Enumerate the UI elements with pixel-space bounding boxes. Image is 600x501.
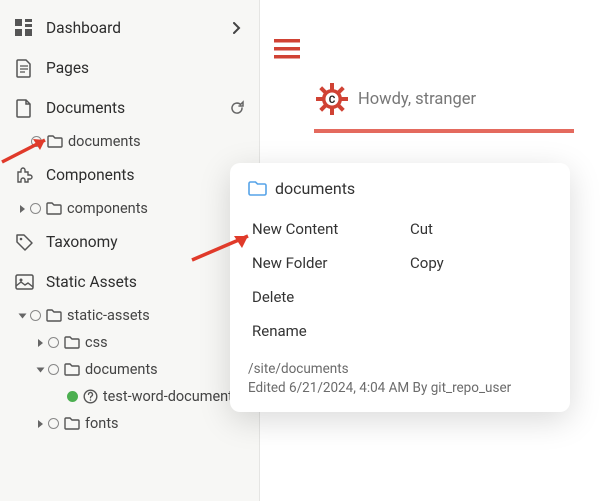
caret-down-icon bbox=[19, 313, 27, 318]
folder-icon bbox=[64, 335, 80, 351]
tree-label: fonts bbox=[85, 415, 119, 432]
tree-item-documents[interactable]: documents bbox=[0, 128, 259, 155]
status-circle-icon bbox=[48, 418, 59, 429]
tree-item-fonts[interactable]: fonts bbox=[0, 410, 259, 437]
status-circle-icon bbox=[48, 337, 59, 348]
tree-label: documents bbox=[85, 361, 158, 378]
status-circle-icon bbox=[48, 364, 59, 375]
svg-text:C: C bbox=[329, 95, 336, 106]
tree-label: css bbox=[85, 334, 108, 351]
tree-item-test-doc[interactable]: test-word-document.d… bbox=[0, 383, 259, 410]
tree-label: static-assets bbox=[67, 307, 150, 324]
caret-right-icon bbox=[38, 339, 43, 347]
accent-underline bbox=[314, 129, 574, 133]
nav-label: Components bbox=[46, 166, 134, 184]
nav-pages[interactable]: Pages bbox=[0, 48, 259, 88]
status-circle-icon bbox=[30, 310, 41, 321]
refresh-icon[interactable] bbox=[229, 100, 245, 116]
tree-item-static-assets[interactable]: static-assets bbox=[0, 302, 259, 329]
caret-right-icon bbox=[38, 420, 43, 428]
folder-icon bbox=[46, 201, 62, 217]
nav-dashboard[interactable]: Dashboard bbox=[0, 8, 259, 48]
context-menu-path: /site/documents bbox=[248, 360, 552, 379]
document-icon bbox=[14, 98, 34, 118]
ctx-new-content[interactable]: New Content bbox=[248, 212, 394, 246]
ctx-rename[interactable]: Rename bbox=[248, 314, 394, 348]
page-icon bbox=[14, 58, 34, 78]
folder-icon bbox=[46, 308, 62, 324]
nav-taxonomy[interactable]: Taxonomy bbox=[0, 222, 259, 262]
context-menu-title: documents bbox=[275, 179, 355, 198]
folder-icon bbox=[248, 181, 267, 196]
tree-item-components[interactable]: components bbox=[0, 195, 259, 222]
nav-components[interactable]: Components bbox=[0, 155, 259, 195]
tree-item-documents-folder[interactable]: documents bbox=[0, 356, 259, 383]
hamburger-icon[interactable] bbox=[274, 39, 600, 59]
status-circle-new-icon bbox=[67, 391, 78, 402]
caret-right-icon bbox=[20, 205, 25, 213]
chevron-right-icon bbox=[229, 20, 245, 36]
gear-logo-icon: C bbox=[316, 83, 348, 115]
tree-label: documents bbox=[68, 133, 141, 150]
ctx-delete[interactable]: Delete bbox=[248, 280, 394, 314]
ctx-cut[interactable]: Cut bbox=[406, 212, 552, 246]
context-menu: documents New Content New Folder Delete … bbox=[230, 163, 570, 412]
dashboard-icon bbox=[14, 18, 34, 38]
nav-static-assets[interactable]: Static Assets bbox=[0, 262, 259, 302]
status-circle-icon bbox=[31, 136, 42, 147]
folder-icon bbox=[47, 134, 63, 150]
nav-label: Pages bbox=[46, 59, 89, 77]
ctx-new-folder[interactable]: New Folder bbox=[248, 246, 394, 280]
caret-down-icon bbox=[37, 367, 45, 372]
greeting-text: Howdy, stranger bbox=[358, 90, 476, 109]
folder-icon bbox=[64, 416, 80, 432]
ctx-copy[interactable]: Copy bbox=[406, 246, 552, 280]
tag-icon bbox=[14, 232, 34, 252]
puzzle-icon bbox=[14, 165, 34, 185]
context-menu-edited: Edited 6/21/2024, 4:04 AM By git_repo_us… bbox=[248, 379, 552, 398]
status-circle-icon bbox=[30, 203, 41, 214]
nav-label: Static Assets bbox=[46, 273, 137, 291]
nav-label: Dashboard bbox=[46, 19, 121, 37]
folder-icon bbox=[64, 362, 80, 378]
nav-label: Documents bbox=[46, 99, 125, 117]
image-icon bbox=[14, 272, 34, 292]
tree-item-css[interactable]: css bbox=[0, 329, 259, 356]
tree-label: test-word-document.d… bbox=[103, 388, 247, 405]
sidebar: Dashboard Pages Documents documents bbox=[0, 0, 260, 501]
nav-documents[interactable]: Documents bbox=[0, 88, 259, 128]
nav-label: Taxonomy bbox=[46, 233, 118, 251]
tree-label: components bbox=[67, 200, 148, 217]
unknown-file-icon bbox=[83, 389, 98, 405]
